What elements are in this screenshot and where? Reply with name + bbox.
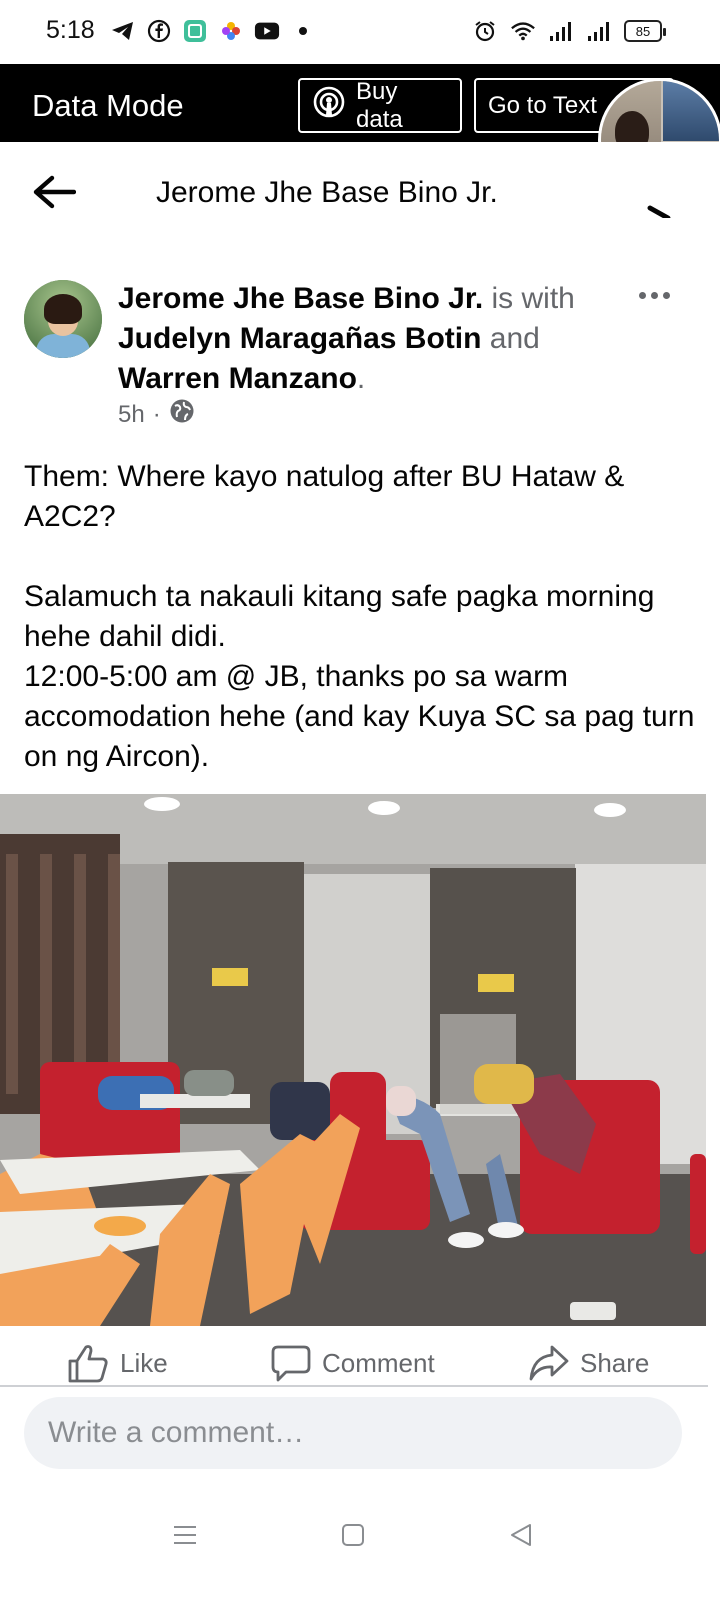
tagged-user-2[interactable]: Warren Manzano	[118, 362, 357, 395]
video-participant-2	[663, 81, 719, 141]
post-text-line: Salamuch ta nakauli kitang safe pagka mo…	[24, 580, 655, 653]
podcast-icon	[312, 85, 346, 126]
comment-button[interactable]: Comment	[270, 1340, 435, 1386]
app-icon	[182, 18, 208, 44]
author-name[interactable]: Jerome Jhe Base Bino Jr.	[118, 282, 483, 315]
home-nav-button[interactable]	[328, 1510, 378, 1560]
share-label: Share	[580, 1347, 650, 1378]
comment-input[interactable]	[24, 1397, 682, 1469]
page-title: Jerome Jhe Base Bino Jr.	[156, 176, 498, 209]
tagged-user-1[interactable]: Judelyn Maragañas Botin	[118, 322, 481, 355]
post-meta: 5h ·	[118, 398, 195, 431]
comment-icon	[271, 1345, 311, 1382]
buy-data-label: Buy data	[356, 77, 403, 133]
home-square-icon	[342, 1524, 364, 1546]
system-icons: 85	[472, 18, 666, 44]
divider	[0, 1385, 708, 1387]
back-button[interactable]	[30, 170, 78, 214]
restaurant-photo	[0, 794, 706, 1326]
status-time: 5:18	[46, 16, 95, 44]
post-time[interactable]: 5h	[118, 401, 145, 429]
search-icon	[647, 205, 671, 221]
go-to-text-label: Go to Text	[488, 91, 597, 119]
notification-icons	[110, 18, 316, 44]
post-text-line: 12:00-5:00 am @ JB, thanks po sa warm ac…	[24, 660, 695, 773]
alarm-icon	[472, 18, 498, 44]
back-arrow-icon	[33, 175, 76, 209]
signal-icon	[548, 18, 574, 44]
menu-nav-button[interactable]	[160, 1510, 210, 1560]
facebook-icon	[146, 18, 172, 44]
back-triangle-icon	[511, 1524, 531, 1546]
menu-icon	[174, 1526, 196, 1544]
globe-icon	[169, 398, 195, 431]
back-nav-button[interactable]	[496, 1510, 546, 1560]
comment-box[interactable]	[24, 1397, 682, 1469]
search-button[interactable]	[628, 178, 674, 221]
share-icon	[529, 1345, 569, 1381]
share-button[interactable]: Share	[528, 1340, 649, 1386]
author-avatar[interactable]	[24, 280, 102, 358]
status-bar: 5:18 85	[0, 0, 720, 64]
post-actions: Like Comment Share	[0, 1340, 720, 1386]
thumbs-up-icon	[68, 1345, 108, 1383]
more-options-button[interactable]	[634, 282, 674, 308]
like-button[interactable]: Like	[66, 1340, 168, 1386]
system-nav-bar	[0, 1490, 720, 1600]
buy-data-button[interactable]: Buy data	[298, 78, 462, 133]
post-header-bar: Jerome Jhe Base Bino Jr.	[0, 142, 720, 242]
like-label: Like	[120, 1347, 168, 1378]
wifi-icon	[510, 18, 536, 44]
post-body: Them: Where kayo natulog after BU Hataw …	[24, 457, 696, 777]
pinwheel-icon	[218, 18, 244, 44]
battery-icon: 85	[624, 20, 666, 42]
comment-label: Comment	[322, 1347, 435, 1378]
dot-icon	[290, 18, 316, 44]
youtube-icon	[254, 18, 280, 44]
post-photo[interactable]	[0, 794, 706, 1326]
data-mode-title: Data Mode	[32, 88, 184, 123]
post-author-line: Jerome Jhe Base Bino Jr. is with Judelyn…	[118, 282, 575, 395]
post-text-line: Them: Where kayo natulog after BU Hataw …	[24, 460, 625, 533]
telegram-icon	[110, 18, 136, 44]
signal-icon	[586, 18, 612, 44]
